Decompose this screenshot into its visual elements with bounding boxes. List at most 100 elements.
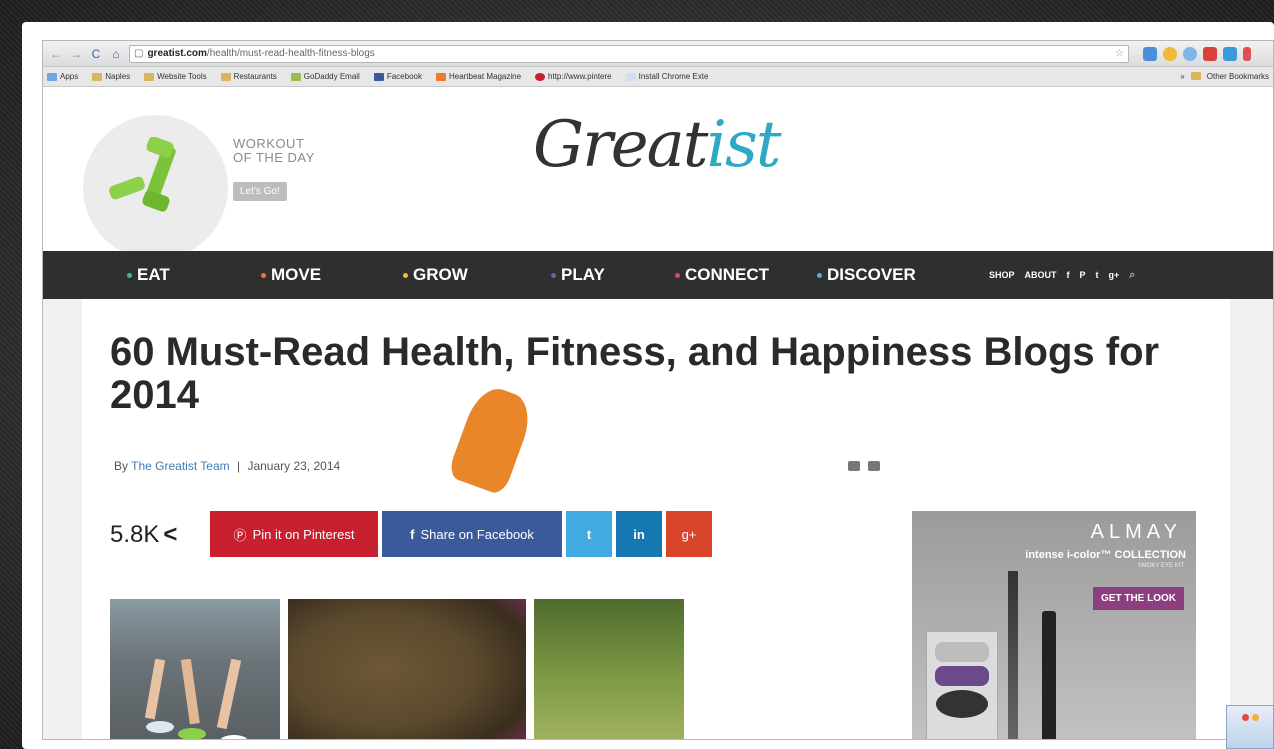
beet-carrot-image[interactable] [288,599,526,739]
runners-image[interactable] [110,599,280,739]
status-dot [1241,714,1249,721]
back-icon[interactable]: ← [49,47,63,61]
byline: By The Greatist Team | January 23, 2014 [114,459,341,473]
twitter-icon: t [586,526,592,542]
page-icon: ▢ [134,48,144,59]
share-count: 5.8K < [110,521,178,548]
author-link[interactable]: The Greatist Team [131,459,229,473]
url-path: /health/must-read-health-fitness-blogs [206,48,375,59]
twitter-share-button[interactable]: t [566,511,612,557]
article-title: 60 Must-Read Health, Fitness, and Happin… [110,330,1160,417]
folder-icon [144,72,155,81]
extension-icon[interactable] [1143,46,1157,61]
nav-eat[interactable]: EAT [127,265,170,285]
other-bookmarks[interactable]: » Other Bookmarks [1180,72,1269,81]
play-dot [551,272,556,278]
browser-window: ← → C ⌂ ▢ greatist.com/health/must-read-… [42,40,1274,740]
home-icon[interactable]: ⌂ [109,47,123,61]
ad-headline: intense i-color™ COLLECTION [1025,549,1186,561]
article-content: 60 Must-Read Health, Fitness, and Happin… [81,299,1231,739]
folder-icon [220,72,231,81]
runners-legs [144,659,248,739]
workout-of-the-day-label: WORKOUT OF THE DAY [233,136,315,165]
menu-icon[interactable] [1243,46,1251,61]
nav-grow[interactable]: GROW [403,265,468,285]
grow-dot [403,272,408,278]
park-image[interactable] [534,599,684,739]
extension-icon[interactable] [1163,46,1177,61]
notification-widget[interactable] [1226,705,1274,749]
pinterest-icon[interactable]: P [1080,270,1086,280]
eyeliner-pencil [1008,571,1018,739]
nav-discover[interactable]: DISCOVER [817,265,916,285]
left-gutter [43,299,81,739]
lets-go-button[interactable]: Let's Go! [233,182,287,201]
screenshot-frame: ← → C ⌂ ▢ greatist.com/health/must-read-… [22,22,1274,749]
url-domain: greatist.com [147,48,207,59]
chevron-icon: » [1180,72,1185,81]
mascara-tube [1042,611,1056,739]
bookmarks-bar: Apps Naples Website Tools Restaurants Go… [43,67,1273,87]
pinterest-share-button[interactable]: Ⓟ Pin it on Pinterest [210,511,378,557]
extension-icon[interactable] [1223,46,1237,61]
facebook-icon[interactable]: f [1067,270,1070,280]
palette-shades [935,642,989,718]
facebook-share-button[interactable]: f Share on Facebook [382,511,562,557]
get-the-look-button[interactable]: GET THE LOOK [1093,587,1184,610]
bookmark-pinterest[interactable]: http://www.pintere [535,72,612,81]
bookmark-godaddy-email[interactable]: GoDaddy Email [290,72,360,81]
eat-dot [127,272,132,278]
folder-icon [92,72,103,81]
nav-connect[interactable]: CONNECT [675,265,769,285]
nav-shop[interactable]: SHOP [989,270,1015,280]
twitter-icon[interactable]: t [1096,270,1099,280]
address-bar[interactable]: ▢ greatist.com/health/must-read-health-f… [129,44,1129,63]
ad-subheadline: SMOKY EYE KIT [1137,563,1184,569]
status-dot [1251,714,1259,721]
google-plus-icon: g+ [681,526,697,542]
bookmark-website-tools[interactable]: Website Tools [144,72,207,81]
almay-ad[interactable]: ALMAY intense i-color™ COLLECTION SMOKY … [912,511,1196,739]
forward-icon[interactable]: → [69,47,83,61]
google-plus-icon[interactable]: g+ [1109,270,1120,280]
greatist-logo[interactable]: Greatist [533,105,782,185]
ad-brand: ALMAY [1090,521,1182,543]
article-images [110,599,684,739]
facebook-icon [373,72,384,81]
right-gutter [1231,299,1273,739]
bookmark-apps[interactable]: Apps [47,72,78,81]
bookmark-facebook[interactable]: Facebook [373,72,422,81]
pinterest-icon: Ⓟ [233,527,247,543]
article-date: January 23, 2014 [247,459,341,473]
linkedin-share-button[interactable]: in [616,511,662,557]
nav-about[interactable]: ABOUT [1025,270,1057,280]
apps-icon [47,72,57,81]
bookmark-star-icon[interactable]: ☆ [1115,48,1124,59]
bookmark-restaurants[interactable]: Restaurants [220,72,277,81]
pinterest-icon [535,72,546,81]
heartbeat-icon [435,72,446,81]
discover-dot [817,272,822,278]
folder-icon [1190,72,1201,80]
extension-icon[interactable] [1203,46,1217,61]
search-icon[interactable]: ⌕ [1129,269,1135,282]
godaddy-icon [290,72,301,81]
reload-icon[interactable]: C [89,47,103,61]
bookmark-naples[interactable]: Naples [92,72,130,81]
facebook-icon: f [410,526,415,542]
print-icon[interactable] [848,461,860,471]
move-dot [261,272,266,278]
dumbbell-icon [109,137,176,212]
share-icon: < [163,521,178,548]
extension-icon[interactable] [1183,46,1197,61]
connect-dot [675,272,680,278]
email-icon[interactable] [868,461,880,471]
nav-play[interactable]: PLAY [551,265,605,285]
bookmark-heartbeat[interactable]: Heartbeat Magazine [435,72,521,81]
extensions-area [1143,46,1251,61]
google-plus-share-button[interactable]: g+ [666,511,712,557]
nav-move[interactable]: MOVE [261,265,321,285]
page-icon [625,72,636,81]
bookmark-install-chrome[interactable]: Install Chrome Exte [625,72,708,81]
linkedin-icon: in [633,526,645,542]
